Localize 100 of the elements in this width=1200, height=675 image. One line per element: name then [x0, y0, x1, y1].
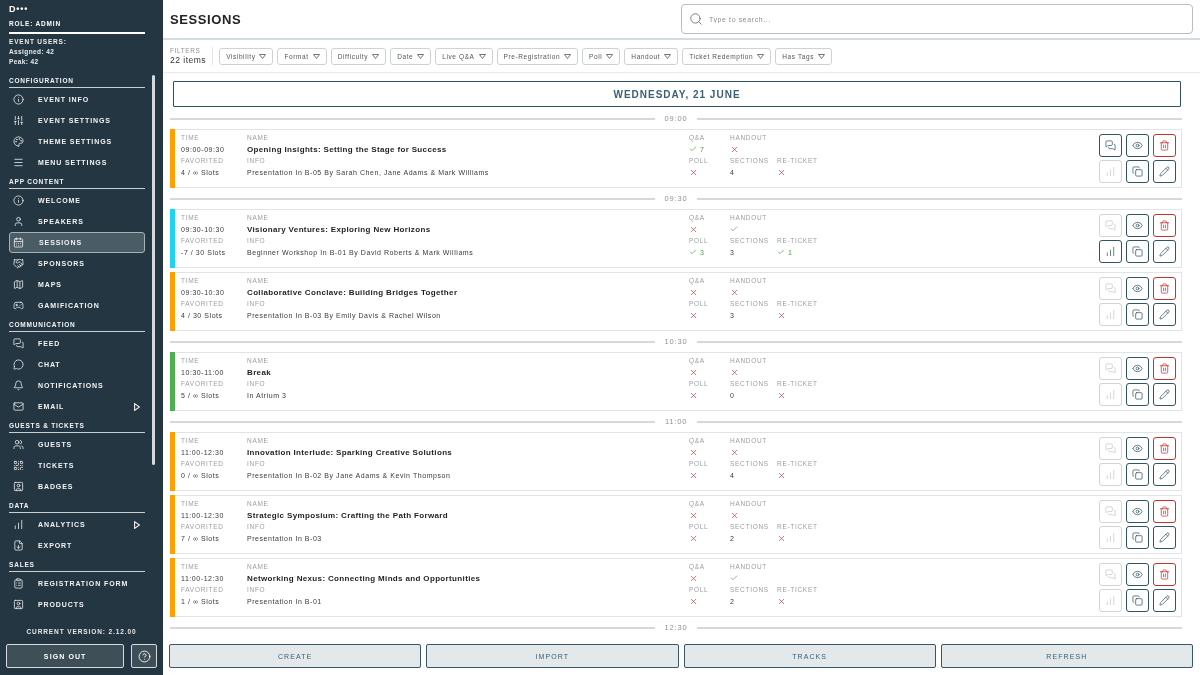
view-button[interactable]: [1126, 277, 1149, 300]
view-button[interactable]: [1126, 214, 1149, 237]
item-count: 22 items: [170, 55, 207, 65]
chat-bubbles-icon: [1105, 283, 1116, 294]
copy-icon: [1132, 532, 1143, 543]
user-name: D•••: [9, 3, 29, 15]
edit-button[interactable]: [1153, 160, 1176, 183]
bell-icon: [13, 380, 24, 391]
caret-down-icon: [664, 53, 672, 59]
view-button[interactable]: [1126, 563, 1149, 586]
duplicate-button[interactable]: [1126, 240, 1149, 263]
caret-down-icon: [259, 53, 267, 59]
edit-button[interactable]: [1153, 589, 1176, 612]
delete-button[interactable]: [1153, 500, 1176, 523]
caret-down-icon: [818, 53, 826, 59]
session-name: Collaborative Conclave: Building Bridges Together: [247, 286, 458, 298]
info-icon: [13, 94, 24, 105]
view-button[interactable]: [1126, 437, 1149, 460]
session-name: Networking Nexus: Connecting Minds and Opportunities: [247, 572, 481, 584]
edit-button[interactable]: [1153, 240, 1176, 263]
session-name: Opening Insights: Setting the Stage for Success: [247, 143, 447, 155]
gamepad-icon: [13, 300, 24, 311]
edit-button[interactable]: [1153, 383, 1176, 406]
bar-chart-icon: [1105, 166, 1116, 177]
bar-chart-icon: [13, 519, 24, 530]
chat-bubbles-icon: [1105, 506, 1116, 517]
help-icon: [137, 649, 151, 663]
menu-icon: [13, 157, 24, 168]
duplicate-button[interactable]: [1126, 589, 1149, 612]
clipboard-icon: [13, 578, 24, 589]
trash-icon: [1159, 443, 1170, 454]
help-button[interactable]: [131, 644, 157, 668]
trash-icon: [1159, 220, 1170, 231]
chat-bubbles-icon: [1105, 140, 1116, 151]
caret-down-icon: [564, 53, 572, 59]
badge-icon: [13, 481, 24, 492]
view-button[interactable]: [1126, 134, 1149, 157]
delete-button[interactable]: [1153, 563, 1176, 586]
trash-icon: [1159, 506, 1170, 517]
chat-button[interactable]: [1099, 134, 1122, 157]
duplicate-button[interactable]: [1126, 383, 1149, 406]
chat-bubbles-icon: [1105, 569, 1116, 580]
scrollbar[interactable]: [152, 75, 155, 465]
bar-chart-icon: [1105, 532, 1116, 543]
copy-icon: [1132, 469, 1143, 480]
bar-chart-icon: [1105, 469, 1116, 480]
chat-bubbles-icon: [1105, 363, 1116, 374]
pencil-icon: [1159, 532, 1170, 543]
chat-bubbles-icon: [1105, 443, 1116, 454]
eye-icon: [1132, 220, 1143, 231]
people-icon: [13, 439, 24, 450]
copy-icon: [1132, 389, 1143, 400]
duplicate-button[interactable]: [1126, 463, 1149, 486]
pencil-icon: [1159, 166, 1170, 177]
copy-icon: [1132, 166, 1143, 177]
edit-button[interactable]: [1153, 463, 1176, 486]
page-title: SESSIONS: [170, 11, 242, 27]
caret-down-icon: [606, 53, 614, 59]
eye-icon: [1132, 443, 1143, 454]
session-name: Strategic Symposium: Crafting the Path Forward: [247, 509, 448, 521]
eye-icon: [1132, 140, 1143, 151]
info-icon: [13, 195, 24, 206]
eye-icon: [1132, 569, 1143, 580]
copy-icon: [1132, 595, 1143, 606]
delete-button[interactable]: [1153, 437, 1176, 460]
caret-down-icon: [478, 53, 486, 59]
edit-button[interactable]: [1153, 526, 1176, 549]
person-icon: [13, 216, 24, 227]
view-button[interactable]: [1126, 357, 1149, 380]
copy-icon: [1132, 309, 1143, 320]
bar-chart-icon: [1105, 246, 1116, 257]
delete-button[interactable]: [1153, 277, 1176, 300]
duplicate-button[interactable]: [1126, 303, 1149, 326]
view-button[interactable]: [1126, 500, 1149, 523]
bar-chart-icon: [1105, 309, 1116, 320]
file-download-icon: [13, 540, 24, 551]
pencil-icon: [1159, 389, 1170, 400]
trash-icon: [1159, 363, 1170, 374]
duplicate-button[interactable]: [1126, 160, 1149, 183]
id-card-icon: [13, 599, 24, 610]
eye-icon: [1132, 506, 1143, 517]
delete-button[interactable]: [1153, 357, 1176, 380]
copy-icon: [1132, 246, 1143, 257]
edit-button[interactable]: [1153, 303, 1176, 326]
duplicate-button[interactable]: [1126, 526, 1149, 549]
bar-chart-icon: [1105, 595, 1116, 606]
eye-icon: [1132, 283, 1143, 294]
chat-bubble-icon: [13, 359, 24, 370]
calendar-icon: [13, 237, 24, 248]
stats-button[interactable]: [1099, 240, 1122, 263]
pencil-icon: [1159, 309, 1170, 320]
envelope-icon: [13, 401, 24, 412]
chat-bubbles-icon: [13, 338, 24, 349]
search-icon: [689, 12, 703, 26]
trash-icon: [1159, 569, 1170, 580]
pencil-icon: [1159, 469, 1170, 480]
delete-button[interactable]: [1153, 214, 1176, 237]
caret-down-icon: [372, 53, 380, 59]
sliders-icon: [13, 115, 24, 126]
delete-button[interactable]: [1153, 134, 1176, 157]
